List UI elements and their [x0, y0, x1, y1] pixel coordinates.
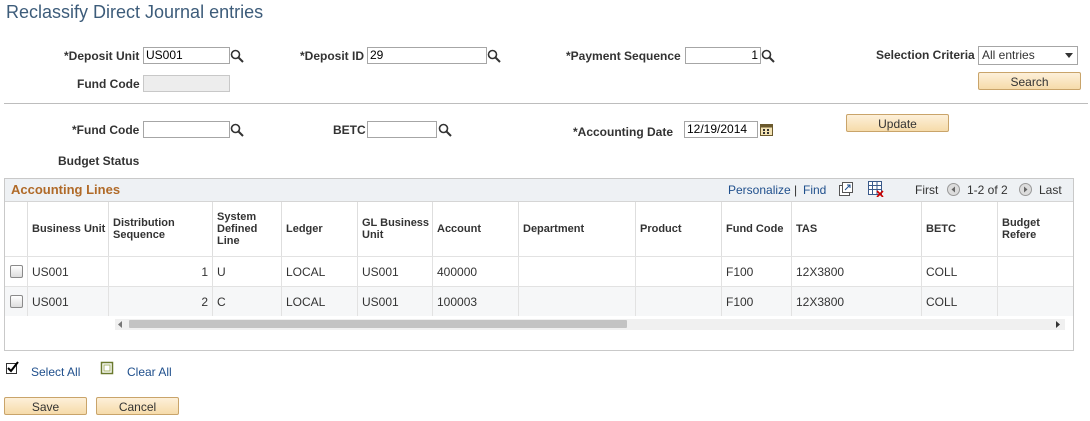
table-row: US001 1 U LOCAL US001 400000 F100 12X380…	[5, 256, 1073, 286]
save-button[interactable]: Save	[4, 397, 87, 415]
selection-criteria-label: Selection Criteria	[876, 48, 975, 62]
scroll-right-icon[interactable]	[1055, 321, 1061, 328]
selection-criteria-value: All entries	[982, 48, 1035, 62]
deposit-id-input[interactable]	[367, 47, 487, 64]
product-cell	[636, 287, 722, 316]
previous-icon[interactable]	[947, 183, 960, 196]
column-header-betc: BETC	[922, 202, 998, 256]
row-range: 1-2 of 2	[967, 183, 1008, 197]
fund-code-cell: F100	[722, 257, 792, 286]
accounting-date-input[interactable]	[684, 121, 758, 138]
scroll-left-icon[interactable]	[117, 321, 123, 328]
betc-label: BETC	[333, 123, 366, 137]
distribution-sequence-cell: 1	[109, 257, 213, 286]
row-select-cell	[5, 287, 28, 316]
column-header-account: Account	[433, 202, 519, 256]
tas-cell: 12X3800	[792, 257, 922, 286]
business-unit-cell: US001	[28, 257, 109, 286]
betc-input[interactable]	[367, 121, 437, 138]
next-icon[interactable]	[1019, 183, 1032, 196]
clear-all-icon[interactable]	[100, 361, 114, 375]
system-defined-line-cell: U	[213, 257, 282, 286]
clear-all-link[interactable]: Clear All	[127, 365, 172, 379]
deposit-unit-lookup-icon[interactable]	[230, 49, 244, 63]
fund-code-cell: F100	[722, 287, 792, 316]
horizontal-scrollbar[interactable]	[115, 319, 1065, 330]
grid-header-bar: Accounting Lines Personalize | Find Firs…	[5, 179, 1073, 202]
accounting-lines-grid: Accounting Lines Personalize | Find Firs…	[4, 178, 1074, 351]
system-defined-line-cell: C	[213, 287, 282, 316]
column-header-ledger: Ledger	[282, 202, 358, 256]
search-button[interactable]: Search	[978, 72, 1081, 90]
business-unit-cell: US001	[28, 287, 109, 316]
table-row: US001 2 C LOCAL US001 100003 F100 12X380…	[5, 286, 1073, 316]
deposit-id-lookup-icon[interactable]	[487, 49, 501, 63]
column-header-business-unit: Business Unit	[28, 202, 109, 256]
toolbar-separator: |	[794, 183, 798, 197]
deposit-id-label: *Deposit ID	[300, 49, 365, 63]
payment-sequence-lookup-icon[interactable]	[761, 49, 775, 63]
payment-sequence-input[interactable]	[685, 47, 761, 64]
section-divider	[4, 103, 1088, 104]
fund-code-lookup-icon[interactable]	[230, 123, 244, 137]
account-cell: 400000	[433, 257, 519, 286]
update-button[interactable]: Update	[846, 114, 949, 132]
distribution-sequence-cell: 2	[109, 287, 213, 316]
personalize-link[interactable]: Personalize	[728, 183, 791, 197]
last-label[interactable]: Last	[1039, 183, 1062, 197]
column-header-fund-code: Fund Code	[722, 202, 792, 256]
column-header-budget-reference: Budget Refere	[1002, 217, 1040, 241]
first-label[interactable]: First	[915, 183, 938, 197]
find-link[interactable]: Find	[803, 183, 826, 197]
row-checkbox[interactable]	[9, 295, 23, 308]
cancel-button[interactable]: Cancel	[96, 397, 179, 415]
ledger-cell: LOCAL	[282, 287, 358, 316]
column-header-product: Product	[636, 202, 722, 256]
column-header-system-defined-line: System Defined Line	[213, 202, 282, 256]
select-all-link[interactable]: Select All	[31, 365, 80, 379]
payment-sequence-label: *Payment Sequence	[566, 49, 681, 63]
budget-status-label: Budget Status	[58, 154, 140, 168]
budget-reference-cell	[998, 287, 1073, 316]
download-spreadsheet-icon[interactable]	[868, 181, 884, 197]
grid-title: Accounting Lines	[11, 182, 121, 197]
select-all-icon[interactable]	[5, 361, 19, 375]
deposit-unit-label: *Deposit Unit	[64, 49, 140, 63]
fund-code-update-input[interactable]	[143, 121, 230, 138]
budget-reference-cell	[998, 257, 1073, 286]
fund-code-update-label: *Fund Code	[72, 123, 140, 137]
row-select-cell	[5, 257, 28, 286]
calendar-icon[interactable]	[760, 123, 773, 136]
view-all-icon[interactable]	[839, 182, 853, 196]
column-header-distribution-sequence: Distribution Sequence	[109, 202, 213, 256]
department-cell	[519, 287, 636, 316]
fund-code-filter-label: Fund Code	[77, 77, 140, 91]
product-cell	[636, 257, 722, 286]
column-header-gl-business-unit: GL Business Unit	[358, 202, 433, 256]
gl-business-unit-cell: US001	[358, 257, 433, 286]
column-header-department: Department	[519, 202, 636, 256]
gl-business-unit-cell: US001	[358, 287, 433, 316]
ledger-cell: LOCAL	[282, 257, 358, 286]
page-title: Reclassify Direct Journal entries	[6, 2, 264, 22]
betc-cell: COLL	[922, 257, 998, 286]
column-header-tas: TAS	[792, 202, 922, 256]
column-header-select	[5, 202, 28, 256]
chevron-down-icon	[1065, 53, 1073, 58]
betc-lookup-icon[interactable]	[438, 123, 452, 137]
tas-cell: 12X3800	[792, 287, 922, 316]
accounting-date-label: *Accounting Date	[573, 125, 674, 139]
deposit-unit-input[interactable]	[143, 47, 230, 64]
selection-criteria-select[interactable]: All entries	[978, 46, 1078, 65]
fund-code-filter-input	[143, 75, 230, 92]
department-cell	[519, 257, 636, 286]
betc-cell: COLL	[922, 287, 998, 316]
scrollbar-thumb[interactable]	[129, 320, 627, 328]
account-cell: 100003	[433, 287, 519, 316]
row-checkbox[interactable]	[9, 265, 23, 278]
